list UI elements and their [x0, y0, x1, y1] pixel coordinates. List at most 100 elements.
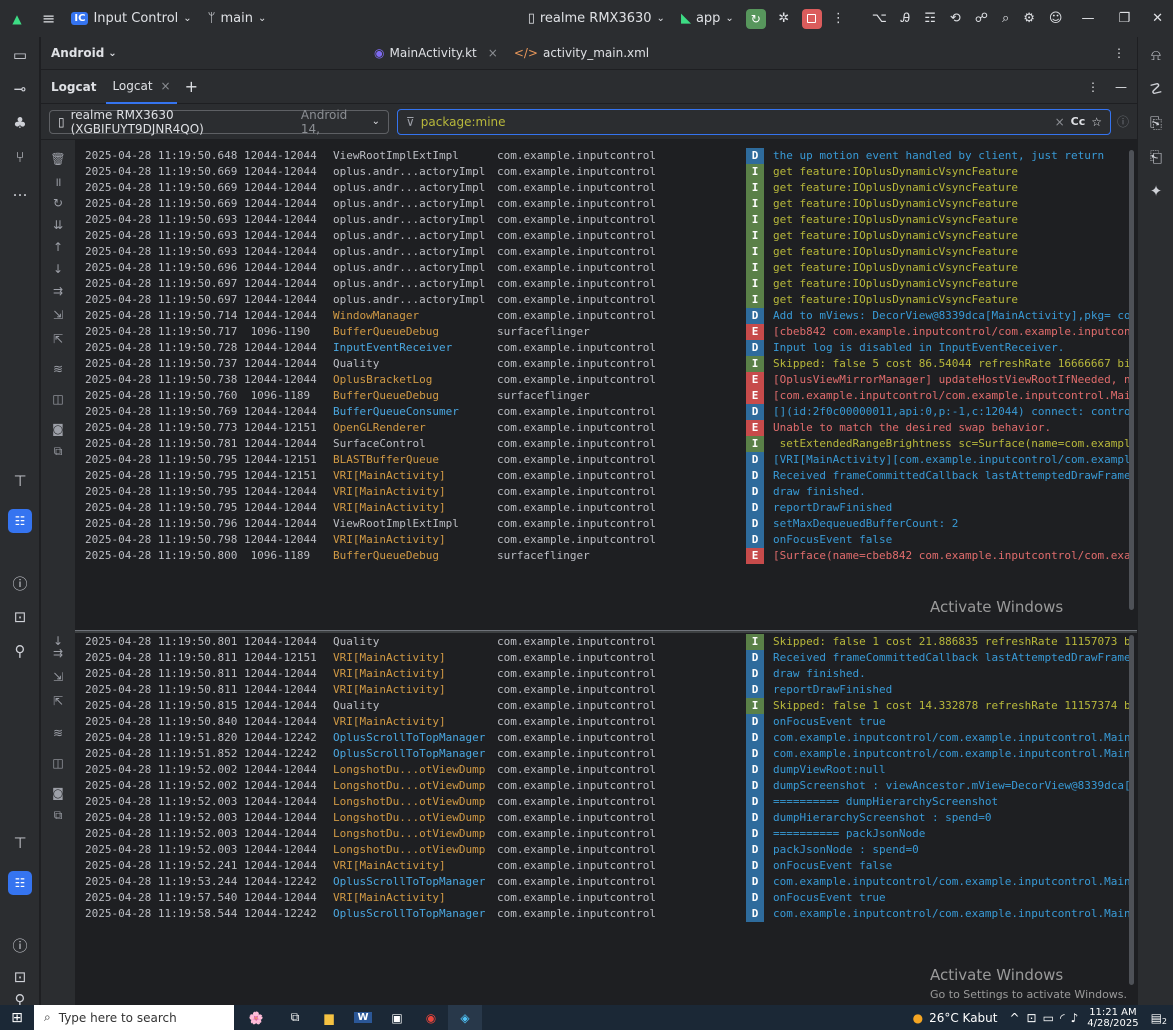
log-row[interactable]: 2025-04-28 11:19:50.669 12044-12044 oplus… [75, 164, 1137, 180]
device-mirroring-icon[interactable]: ⎘ [1138, 109, 1173, 137]
log-row[interactable]: 2025-04-28 11:19:50.693 12044-12044 oplus… [75, 244, 1137, 260]
log-row[interactable]: 2025-04-28 11:19:50.738 12044-12044 Oplus… [75, 372, 1137, 388]
log-row[interactable]: 2025-04-28 11:19:50.801 12044-12044 Quali… [75, 634, 1137, 650]
build-variants-icon-2[interactable]: ⊤ [0, 829, 40, 857]
logcat-tool-icon-2[interactable]: ☷ [8, 871, 32, 895]
log-row[interactable]: 2025-04-28 11:19:52.002 12044-12044 Longs… [75, 762, 1137, 778]
screenshot-icon-2[interactable]: ◙ [47, 784, 69, 802]
scroll-to-end-icon[interactable]: ⇊ [47, 216, 69, 234]
version-control-icon[interactable]: ⚲ [0, 637, 40, 665]
log-row[interactable]: 2025-04-28 11:19:50.815 12044-12044 Quali… [75, 698, 1137, 714]
split-divider[interactable] [75, 630, 1137, 633]
notifications-icon[interactable]: ⍾ [1138, 41, 1173, 69]
clear-filter-icon[interactable]: × [1055, 115, 1065, 129]
log-row[interactable]: 2025-04-28 11:19:50.795 12044-12151 BLAST… [75, 452, 1137, 468]
match-case-toggle[interactable]: Cc [1071, 115, 1086, 128]
split-panels-icon-2[interactable]: ◫ [47, 754, 69, 772]
log-row[interactable]: 2025-04-28 11:19:50.693 12044-12044 oplus… [75, 228, 1137, 244]
log-row[interactable]: 2025-04-28 11:19:50.796 12044-12044 ViewR… [75, 516, 1137, 532]
options-icon[interactable]: ⋮ [1081, 80, 1105, 94]
soft-wrap-icon[interactable]: ⇉ [47, 282, 69, 300]
close-tab-icon[interactable]: × [488, 46, 498, 60]
logcat-tool-icon[interactable]: ☷ [8, 509, 32, 533]
commit-icon[interactable]: ⊸ [0, 75, 40, 103]
logcat-output[interactable]: 2025-04-28 11:19:50.648 12044-12044 ViewR… [75, 140, 1137, 1005]
log-row[interactable]: 2025-04-28 11:19:53.244 12044-12242 Oplus… [75, 874, 1137, 890]
wifi-icon[interactable]: ◜ [1057, 1011, 1068, 1025]
screen-record-icon-2[interactable]: ⧉ [47, 806, 69, 824]
log-row[interactable]: 2025-04-28 11:19:52.241 12044-12044 VRI[M… [75, 858, 1137, 874]
minimize-button[interactable]: — [1069, 0, 1106, 37]
chevron-up-icon[interactable]: ^ [1005, 1011, 1023, 1025]
close-button[interactable]: ✕ [1142, 0, 1173, 37]
log-row[interactable]: 2025-04-28 11:19:50.795 12044-12044 VRI[M… [75, 484, 1137, 500]
word-icon[interactable]: W [346, 1005, 380, 1030]
log-row[interactable]: 2025-04-28 11:19:50.696 12044-12044 oplus… [75, 260, 1137, 276]
resource-manager-icon[interactable]: ♣ [0, 109, 40, 137]
android-studio-taskbar-icon[interactable]: ◈ [448, 1005, 482, 1030]
debug-button[interactable]: ✲ [774, 9, 794, 29]
log-row[interactable]: 2025-04-28 11:19:52.003 12044-12044 Longs… [75, 842, 1137, 858]
more-actions-icon[interactable]: ⋮ [826, 0, 851, 37]
screenshot-icon[interactable]: ◙ [47, 420, 69, 438]
network-icon[interactable]: ▭ [1040, 1011, 1057, 1025]
build-variants-icon[interactable]: ⊤ [0, 467, 40, 495]
log-row[interactable]: 2025-04-28 11:19:50.811 12044-12151 VRI[M… [75, 650, 1137, 666]
format-icon[interactable]: ≋ [47, 360, 69, 378]
soft-wrap-icon-2[interactable]: ⇉ [47, 644, 69, 662]
tab-mainactivity[interactable]: ◉ MainActivity.kt × [366, 37, 506, 70]
log-row[interactable]: 2025-04-28 11:19:52.002 12044-12044 Longs… [75, 778, 1137, 794]
translate-icon[interactable]: Ꭿ [894, 0, 917, 37]
log-row[interactable]: 2025-04-28 11:19:50.800 1096-1189 BufferQ… [75, 548, 1137, 564]
problems-icon-2[interactable]: ⓘ [0, 931, 40, 959]
log-row[interactable]: 2025-04-28 11:19:50.697 12044-12044 oplus… [75, 276, 1137, 292]
clear-logcat-icon[interactable]: 🗑 [47, 150, 69, 168]
more-tools-icon[interactable]: … [0, 177, 40, 205]
rerun-button[interactable]: ↻ [745, 8, 766, 29]
stop-button[interactable] [801, 8, 822, 29]
chrome-icon[interactable]: ◉ [414, 1005, 448, 1030]
project-folder-icon[interactable]: ▭ [0, 41, 40, 69]
action-center[interactable]: ▤ 2 [1145, 1011, 1173, 1027]
format-icon-2[interactable]: ≋ [47, 724, 69, 742]
layout-inspector-icon[interactable]: ☶ [917, 0, 943, 37]
ai-assistant-icon[interactable]: ✦ [1138, 177, 1173, 205]
running-devices-icon[interactable]: ⎗ [1138, 143, 1173, 171]
screen-record-icon[interactable]: ⧉ [47, 442, 69, 460]
device-selector[interactable]: ▯ realme RMX3630 ⌄ [520, 0, 673, 37]
add-tab-icon[interactable]: + [177, 77, 206, 96]
favorite-star-icon[interactable]: ☆ [1091, 115, 1102, 129]
run-config-selector[interactable]: ◣ app ⌄ [673, 0, 742, 37]
log-row[interactable]: 2025-04-28 11:19:50.669 12044-12044 oplus… [75, 196, 1137, 212]
log-row[interactable]: 2025-04-28 11:19:50.669 12044-12044 oplus… [75, 180, 1137, 196]
minimize-panel-icon[interactable]: — [1105, 80, 1137, 94]
log-row[interactable]: 2025-04-28 11:19:50.798 12044-12044 VRI[M… [75, 532, 1137, 548]
log-row[interactable]: 2025-04-28 11:19:52.003 12044-12044 Longs… [75, 826, 1137, 842]
settings-gear-icon[interactable]: ⚙ [1016, 0, 1042, 37]
log-row[interactable]: 2025-04-28 11:19:57.540 12044-12044 VRI[M… [75, 890, 1137, 906]
log-row[interactable]: 2025-04-28 11:19:50.811 12044-12044 VRI[M… [75, 666, 1137, 682]
log-row[interactable]: 2025-04-28 11:19:50.717 1096-1190 BufferQ… [75, 324, 1137, 340]
logcat-device-selector[interactable]: ▯ realme RMX3630 (XGBIFUYT9DJNR4QO) Andr… [49, 108, 389, 136]
weather-widget[interactable]: ● 26°C Kabut [905, 1011, 1006, 1025]
store-icon[interactable]: ▣ [380, 1005, 414, 1030]
main-menu-button[interactable]: ≡ [34, 0, 63, 37]
project-selector[interactable]: IC Input Control ⌄ [63, 0, 199, 37]
split-panels-icon[interactable]: ◫ [47, 390, 69, 408]
log-row[interactable]: 2025-04-28 11:19:50.697 12044-12044 oplus… [75, 292, 1137, 308]
terminal-icon[interactable]: ⊡ [0, 603, 40, 631]
terminal-icon-2[interactable]: ⊡ [0, 963, 40, 991]
log-row[interactable]: 2025-04-28 11:19:50.760 1096-1189 BufferQ… [75, 388, 1137, 404]
log-row[interactable]: 2025-04-28 11:19:50.840 12044-12044 VRI[M… [75, 714, 1137, 730]
expand-icon-2[interactable]: ⇱ [47, 692, 69, 710]
file-explorer-icon[interactable]: ▆ [312, 1005, 346, 1030]
help-icon[interactable]: ⓘ [1117, 113, 1137, 130]
log-row[interactable]: 2025-04-28 11:19:50.693 12044-12044 oplus… [75, 212, 1137, 228]
vertical-scrollbar[interactable] [1129, 635, 1134, 985]
account-icon[interactable]: ☺ [1042, 0, 1070, 37]
meet-now-icon[interactable]: ⊡ [1024, 1011, 1040, 1025]
device-manager-icon[interactable]: ⌥ [865, 0, 894, 37]
pause-icon[interactable]: ॥ [47, 172, 69, 190]
restart-icon[interactable]: ↻ [47, 194, 69, 212]
log-row[interactable]: 2025-04-28 11:19:50.811 12044-12044 VRI[M… [75, 682, 1137, 698]
